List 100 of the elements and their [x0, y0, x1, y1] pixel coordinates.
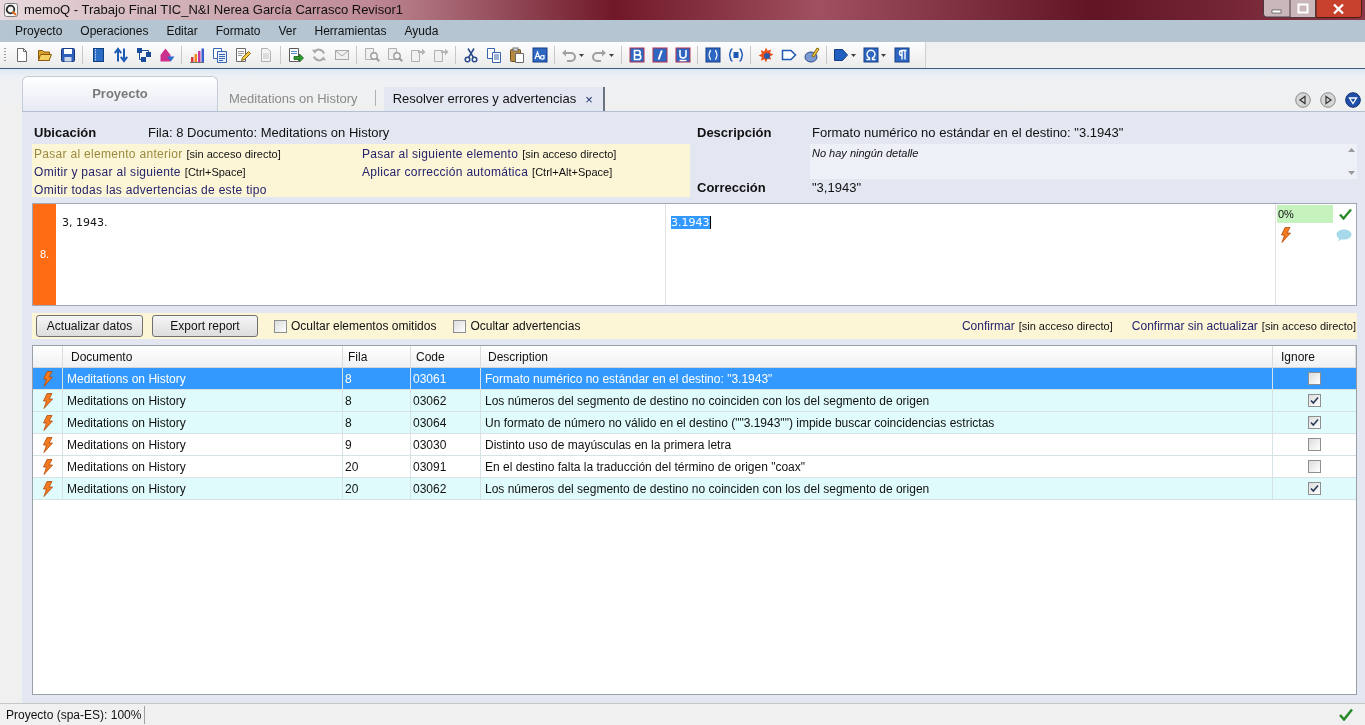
table-cell-text: 03062 — [413, 480, 447, 498]
table-cell-text: 03030 — [413, 436, 447, 454]
close-icon[interactable] — [1316, 0, 1362, 18]
table-cell-text: 8 — [345, 370, 352, 388]
pilcrow-icon[interactable] — [893, 47, 910, 63]
table-cell-text: Distinto uso de mayúsculas en la primera letra — [485, 436, 732, 454]
column-header[interactable]: Fila — [343, 346, 411, 367]
house-arrow-icon[interactable] — [158, 47, 175, 63]
table-cell-text: Meditations on History — [67, 480, 186, 498]
text-format-icon[interactable] — [531, 47, 548, 63]
table-row[interactable]: Meditations on History 20 03091 En el destino falta la traducción del término de origen "coax" — [33, 456, 1356, 478]
edit-document-icon[interactable] — [234, 47, 251, 63]
action-button[interactable]: Actualizar datos — [36, 315, 143, 337]
lightning-icon — [41, 370, 54, 387]
documents-icon[interactable] — [211, 47, 228, 63]
column-header[interactable]: Code — [411, 346, 481, 367]
minimize-icon[interactable] — [1263, 0, 1290, 18]
checkbox[interactable] — [1308, 372, 1321, 385]
column-header[interactable]: Description — [481, 346, 1273, 367]
table-cell-text: Meditations on History — [67, 436, 186, 454]
table-cell-text: Un formato de número no válido en el destino (""3.1943"") impide buscar coincidencias estrictas — [485, 414, 995, 432]
table-cell-text: 9 — [345, 436, 352, 454]
paste-icon[interactable] — [508, 47, 525, 63]
action-link[interactable]: Aplicar corrección automática — [362, 163, 529, 181]
checkbox-label[interactable]: Ocultar elementos omitidos — [291, 317, 437, 335]
checkbox[interactable] — [1308, 460, 1321, 473]
tab[interactable]: Resolver errores y advertencias × — [383, 87, 605, 111]
undo-icon[interactable] — [561, 47, 585, 63]
document-search-icon[interactable] — [363, 47, 380, 63]
previous-icon[interactable] — [1295, 92, 1311, 108]
comment-icon — [1336, 228, 1352, 242]
table-cell-text: 03064 — [413, 414, 447, 432]
tab[interactable]: Proyecto — [22, 76, 218, 111]
checkbox[interactable] — [1308, 416, 1321, 429]
source-text[interactable]: 3, 1943. — [62, 216, 108, 229]
menu-item[interactable]: Ver — [269, 22, 306, 40]
table-cell-text: En el destino falta la traducción del término de origen "coax" — [485, 458, 806, 476]
table-row[interactable]: Meditations on History 9 03030 Distinto uso de mayúsculas en la primera letra — [33, 434, 1356, 456]
bar-chart-icon[interactable] — [188, 47, 205, 63]
table-cell-text: 8 — [345, 414, 352, 432]
close-tab-button[interactable]: × — [585, 92, 593, 106]
checkbox[interactable] — [1308, 394, 1321, 407]
action-link[interactable]: Pasar al siguiente elemento — [362, 145, 519, 163]
table-row[interactable]: Meditations on History 20 03062 Los números del segmento de destino no coinciden con los del segmento de origen — [33, 478, 1356, 500]
table-row[interactable]: Meditations on History 8 03064 Un formato de número no válido en el destino (""3.1943"") impide buscar coincidencias estrictas — [33, 412, 1356, 434]
table-cell-text: 20 — [345, 480, 359, 498]
tag-icon[interactable] — [780, 47, 797, 63]
shortcut-text: [Ctrl+Space] — [184, 164, 246, 180]
table-row[interactable]: Meditations on History 8 03062 Los números del segmento de destino no coinciden con los del segmento de origen — [33, 390, 1356, 412]
column-header[interactable]: Ignore — [1273, 346, 1356, 367]
confirm-link[interactable]: Confirmar sin actualizar — [1131, 317, 1258, 335]
confirm-link[interactable]: Confirmar — [961, 317, 1015, 335]
action-link[interactable]: Omitir todas las advertencias de este tipo — [34, 181, 267, 199]
menu-item[interactable]: Herramientas — [305, 22, 396, 40]
shortcut-text: [sin acceso directo] — [1018, 318, 1113, 334]
checkbox[interactable] — [1308, 438, 1321, 451]
description-text: Formato numérico no estándar en el destino: "3.1943" — [812, 124, 1124, 143]
omega-dropdown-icon[interactable] — [863, 47, 887, 63]
document-search-icon[interactable] — [386, 47, 403, 63]
italic-icon[interactable] — [651, 47, 668, 63]
table-cell-text: Meditations on History — [67, 458, 186, 476]
copy-icon[interactable] — [485, 47, 502, 63]
cut-icon[interactable] — [462, 47, 479, 63]
tag-dropdown-icon[interactable] — [833, 47, 857, 63]
warning-icon — [1280, 227, 1292, 243]
bold-icon[interactable] — [628, 47, 645, 63]
checkbox[interactable] — [1308, 482, 1321, 495]
open-folder-icon[interactable] — [36, 47, 53, 63]
underline-icon[interactable] — [674, 47, 691, 63]
checkbox[interactable] — [274, 319, 287, 333]
column-header[interactable]: Documento — [63, 346, 343, 367]
field-label: Descripción — [697, 124, 773, 143]
action-link[interactable]: Omitir y pasar al siguiente — [34, 163, 181, 181]
dropdown-icon[interactable] — [1345, 92, 1361, 108]
menu-item[interactable]: Formato — [206, 22, 270, 40]
network-icon[interactable] — [135, 47, 152, 63]
redo-icon[interactable] — [591, 47, 615, 63]
menu-item[interactable]: Proyecto — [6, 22, 72, 40]
save-icon[interactable] — [59, 47, 76, 63]
braces-icon[interactable] — [704, 47, 721, 63]
braces-square-icon[interactable] — [727, 47, 744, 63]
table-cell-text: 03062 — [413, 392, 447, 410]
correction-text: "3,1943" — [812, 179, 861, 198]
table-cell-text: Formato numérico no estándar en el destino: "3.1943" — [485, 370, 773, 388]
burst-icon[interactable] — [757, 47, 774, 63]
checkbox[interactable] — [453, 319, 467, 333]
maximize-icon[interactable] — [1290, 0, 1316, 18]
export-document-icon[interactable] — [287, 47, 304, 63]
shortcut-text: [sin acceso directo] — [522, 146, 617, 162]
menu-item[interactable]: Editar — [157, 22, 207, 40]
checkbox-label[interactable]: Ocultar advertencias — [470, 317, 581, 335]
pencil-circle-icon[interactable] — [803, 47, 820, 63]
menu-item[interactable]: Ayuda — [395, 22, 448, 40]
lightning-icon — [41, 414, 54, 431]
table-cell-text: Los números del segmento de destino no coinciden con los del segmento de origen — [485, 392, 930, 410]
table-cell-text: 20 — [345, 458, 359, 476]
next-icon[interactable] — [1320, 92, 1336, 108]
menu-item[interactable]: Operaciones — [71, 22, 158, 40]
up-down-arrows-icon[interactable] — [112, 47, 129, 63]
action-button[interactable]: Export report — [152, 315, 258, 337]
